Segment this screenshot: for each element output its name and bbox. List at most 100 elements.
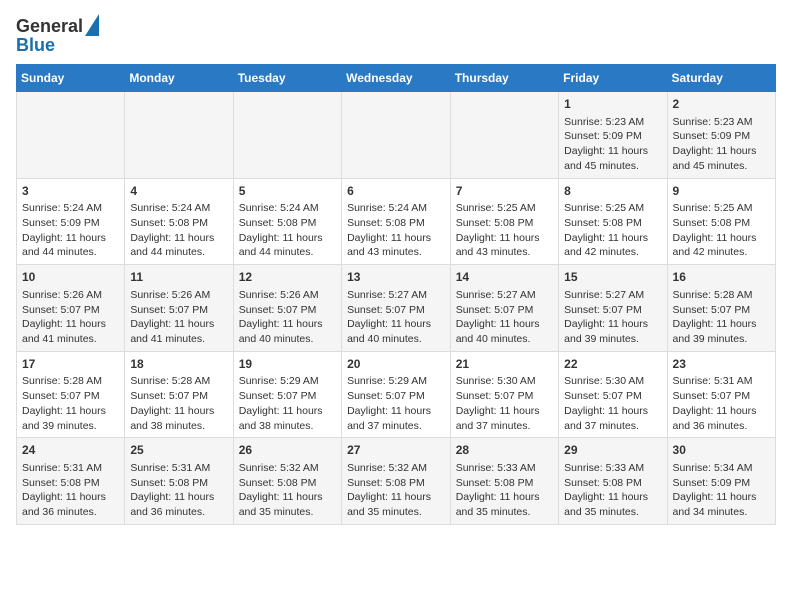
day-number: 10 (22, 269, 119, 286)
day-info: Sunrise: 5:24 AM Sunset: 5:08 PM Dayligh… (239, 201, 336, 260)
day-info: Sunrise: 5:30 AM Sunset: 5:07 PM Dayligh… (456, 374, 553, 433)
day-number: 7 (456, 183, 553, 200)
logo-blue-text: Blue (16, 35, 55, 56)
day-number: 24 (22, 442, 119, 459)
day-number: 16 (673, 269, 770, 286)
calendar-week-row: 1 Sunrise: 5:23 AM Sunset: 5:09 PM Daylig… (17, 92, 776, 179)
day-info: Sunrise: 5:29 AM Sunset: 5:07 PM Dayligh… (239, 374, 336, 433)
calendar-cell: 11 Sunrise: 5:26 AM Sunset: 5:07 PM Dayli… (125, 265, 233, 352)
day-info: Sunrise: 5:25 AM Sunset: 5:08 PM Dayligh… (673, 201, 770, 260)
day-header-sunday: Sunday (17, 65, 125, 92)
day-number: 29 (564, 442, 661, 459)
calendar-cell: 24 Sunrise: 5:31 AM Sunset: 5:08 PM Dayli… (17, 438, 125, 525)
day-number: 17 (22, 356, 119, 373)
day-number: 6 (347, 183, 445, 200)
calendar-cell: 5Sunrise: 5:24 AM Sunset: 5:08 PM Daylig… (233, 178, 341, 265)
day-number: 11 (130, 269, 227, 286)
day-number: 1 (564, 96, 661, 113)
calendar-cell: 9Sunrise: 5:25 AM Sunset: 5:08 PM Daylig… (667, 178, 775, 265)
day-number: 23 (673, 356, 770, 373)
day-number: 18 (130, 356, 227, 373)
day-number: 8 (564, 183, 661, 200)
calendar-cell: 20Sunrise: 5:29 AM Sunset: 5:07 PM Dayli… (342, 351, 451, 438)
calendar-cell: 3Sunrise: 5:24 AM Sunset: 5:09 PM Daylig… (17, 178, 125, 265)
calendar-cell: 16 Sunrise: 5:28 AM Sunset: 5:07 PM Dayli… (667, 265, 775, 352)
day-number: 4 (130, 183, 227, 200)
day-number: 25 (130, 442, 227, 459)
calendar-cell: 13 Sunrise: 5:27 AM Sunset: 5:07 PM Dayli… (342, 265, 451, 352)
day-info: Sunrise: 5:27 AM Sunset: 5:07 PM Dayligh… (564, 288, 661, 347)
day-info: Sunrise: 5:28 AM Sunset: 5:07 PM Dayligh… (673, 288, 770, 347)
calendar-cell: 1 Sunrise: 5:23 AM Sunset: 5:09 PM Daylig… (559, 92, 667, 179)
calendar-cell (125, 92, 233, 179)
day-info: Sunrise: 5:24 AM Sunset: 5:08 PM Dayligh… (130, 201, 227, 260)
day-number: 12 (239, 269, 336, 286)
day-info: Sunrise: 5:24 AM Sunset: 5:09 PM Dayligh… (22, 201, 119, 260)
calendar-cell: 2 Sunrise: 5:23 AM Sunset: 5:09 PM Daylig… (667, 92, 775, 179)
calendar-cell: 15Sunrise: 5:27 AM Sunset: 5:07 PM Dayli… (559, 265, 667, 352)
calendar-week-row: 10 Sunrise: 5:26 AM Sunset: 5:07 PM Dayli… (17, 265, 776, 352)
calendar-cell: 29 Sunrise: 5:33 AM Sunset: 5:08 PM Dayli… (559, 438, 667, 525)
day-number: 26 (239, 442, 336, 459)
day-info: Sunrise: 5:29 AM Sunset: 5:07 PM Dayligh… (347, 374, 445, 433)
calendar-week-row: 17Sunrise: 5:28 AM Sunset: 5:07 PM Dayli… (17, 351, 776, 438)
day-info: Sunrise: 5:28 AM Sunset: 5:07 PM Dayligh… (22, 374, 119, 433)
day-number: 19 (239, 356, 336, 373)
calendar-cell: 10 Sunrise: 5:26 AM Sunset: 5:07 PM Dayli… (17, 265, 125, 352)
calendar-week-row: 3Sunrise: 5:24 AM Sunset: 5:09 PM Daylig… (17, 178, 776, 265)
calendar-cell: 22Sunrise: 5:30 AM Sunset: 5:07 PM Dayli… (559, 351, 667, 438)
calendar-cell: 26 Sunrise: 5:32 AM Sunset: 5:08 PM Dayli… (233, 438, 341, 525)
calendar-table: SundayMondayTuesdayWednesdayThursdayFrid… (16, 64, 776, 525)
day-header-tuesday: Tuesday (233, 65, 341, 92)
day-number: 27 (347, 442, 445, 459)
day-header-friday: Friday (559, 65, 667, 92)
day-number: 30 (673, 442, 770, 459)
day-info: Sunrise: 5:31 AM Sunset: 5:07 PM Dayligh… (673, 374, 770, 433)
calendar-cell: 28 Sunrise: 5:33 AM Sunset: 5:08 PM Dayli… (450, 438, 558, 525)
day-info: Sunrise: 5:32 AM Sunset: 5:08 PM Dayligh… (347, 461, 445, 520)
day-info: Sunrise: 5:31 AM Sunset: 5:08 PM Dayligh… (130, 461, 227, 520)
calendar-cell: 23Sunrise: 5:31 AM Sunset: 5:07 PM Dayli… (667, 351, 775, 438)
calendar-header-row: SundayMondayTuesdayWednesdayThursdayFrid… (17, 65, 776, 92)
calendar-cell: 27 Sunrise: 5:32 AM Sunset: 5:08 PM Dayli… (342, 438, 451, 525)
day-number: 20 (347, 356, 445, 373)
day-info: Sunrise: 5:25 AM Sunset: 5:08 PM Dayligh… (564, 201, 661, 260)
day-info: Sunrise: 5:27 AM Sunset: 5:07 PM Dayligh… (456, 288, 553, 347)
calendar-cell: 8Sunrise: 5:25 AM Sunset: 5:08 PM Daylig… (559, 178, 667, 265)
calendar-cell: 14Sunrise: 5:27 AM Sunset: 5:07 PM Dayli… (450, 265, 558, 352)
logo-general-text: General (16, 16, 83, 37)
day-info: Sunrise: 5:26 AM Sunset: 5:07 PM Dayligh… (239, 288, 336, 347)
calendar-cell: 17Sunrise: 5:28 AM Sunset: 5:07 PM Dayli… (17, 351, 125, 438)
calendar-cell: 25 Sunrise: 5:31 AM Sunset: 5:08 PM Dayli… (125, 438, 233, 525)
day-info: Sunrise: 5:23 AM Sunset: 5:09 PM Dayligh… (564, 115, 661, 174)
day-info: Sunrise: 5:23 AM Sunset: 5:09 PM Dayligh… (673, 115, 770, 174)
calendar-cell: 12 Sunrise: 5:26 AM Sunset: 5:07 PM Dayli… (233, 265, 341, 352)
day-info: Sunrise: 5:26 AM Sunset: 5:07 PM Dayligh… (130, 288, 227, 347)
calendar-cell: 4Sunrise: 5:24 AM Sunset: 5:08 PM Daylig… (125, 178, 233, 265)
day-info: Sunrise: 5:27 AM Sunset: 5:07 PM Dayligh… (347, 288, 445, 347)
day-number: 22 (564, 356, 661, 373)
logo: General Blue (16, 16, 99, 56)
day-info: Sunrise: 5:25 AM Sunset: 5:08 PM Dayligh… (456, 201, 553, 260)
day-info: Sunrise: 5:31 AM Sunset: 5:08 PM Dayligh… (22, 461, 119, 520)
day-number: 13 (347, 269, 445, 286)
day-info: Sunrise: 5:33 AM Sunset: 5:08 PM Dayligh… (456, 461, 553, 520)
calendar-cell: 7Sunrise: 5:25 AM Sunset: 5:08 PM Daylig… (450, 178, 558, 265)
calendar-cell: 19Sunrise: 5:29 AM Sunset: 5:07 PM Dayli… (233, 351, 341, 438)
day-header-thursday: Thursday (450, 65, 558, 92)
calendar-cell (17, 92, 125, 179)
day-number: 21 (456, 356, 553, 373)
calendar-cell: 6Sunrise: 5:24 AM Sunset: 5:08 PM Daylig… (342, 178, 451, 265)
calendar-cell (450, 92, 558, 179)
day-info: Sunrise: 5:26 AM Sunset: 5:07 PM Dayligh… (22, 288, 119, 347)
day-info: Sunrise: 5:28 AM Sunset: 5:07 PM Dayligh… (130, 374, 227, 433)
day-number: 2 (673, 96, 770, 113)
day-info: Sunrise: 5:33 AM Sunset: 5:08 PM Dayligh… (564, 461, 661, 520)
day-number: 9 (673, 183, 770, 200)
page-header: General Blue (16, 16, 776, 56)
day-info: Sunrise: 5:32 AM Sunset: 5:08 PM Dayligh… (239, 461, 336, 520)
calendar-cell (233, 92, 341, 179)
calendar-week-row: 24 Sunrise: 5:31 AM Sunset: 5:08 PM Dayli… (17, 438, 776, 525)
day-number: 28 (456, 442, 553, 459)
day-number: 3 (22, 183, 119, 200)
